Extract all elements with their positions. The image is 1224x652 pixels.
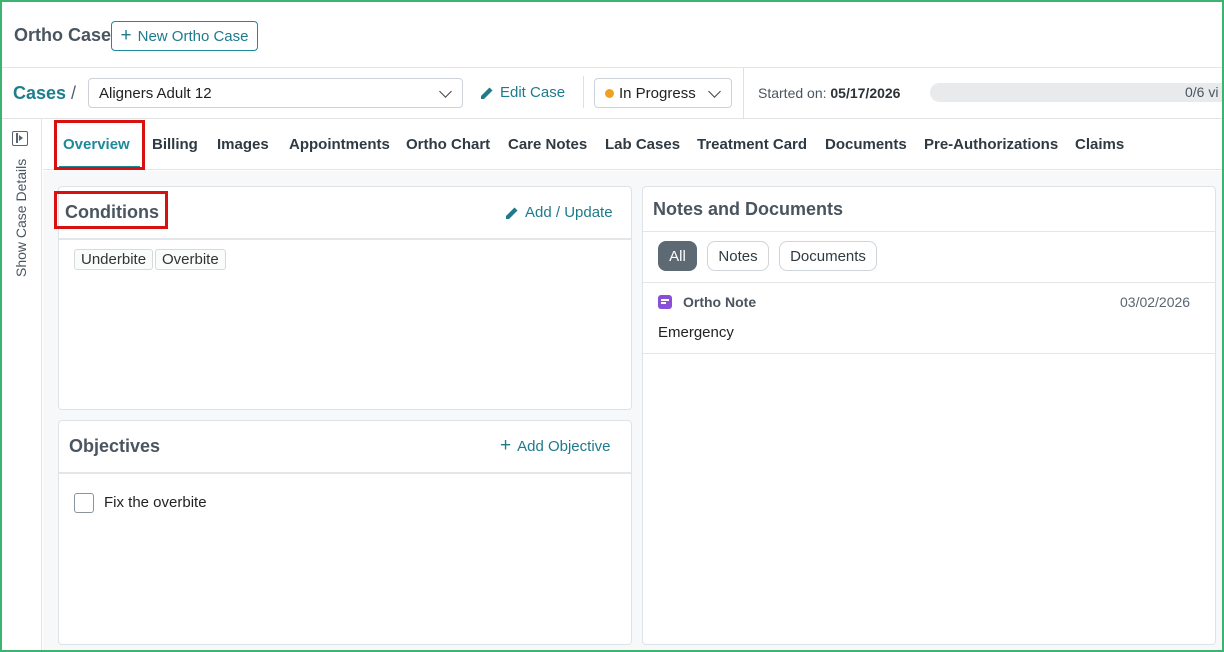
expand-panel-icon[interactable] xyxy=(12,131,28,146)
overview-highlight-box xyxy=(54,120,145,170)
condition-chip: Overbite xyxy=(155,249,226,270)
condition-chip: Underbite xyxy=(74,249,154,270)
divider xyxy=(743,68,744,119)
edit-case-label: Edit Case xyxy=(500,84,566,101)
filter-all-button[interactable]: All xyxy=(658,241,697,271)
chevron-down-icon xyxy=(439,85,452,98)
app-frame: Ortho Case + New Ortho Case Cases / Alig… xyxy=(0,0,1224,652)
show-case-details-label[interactable]: Show Case Details xyxy=(13,159,29,277)
tab-appointments[interactable]: Appointments xyxy=(289,136,390,153)
objectives-header: Objectives + Add Objective xyxy=(59,421,631,474)
breadcrumb-cases-link[interactable]: Cases xyxy=(13,83,66,104)
objective-label: Fix the overbite xyxy=(104,494,207,511)
status-select[interactable]: In Progress xyxy=(594,78,732,108)
case-select[interactable]: Aligners Adult 12 xyxy=(88,78,463,108)
visits-progress-bar xyxy=(930,83,1222,102)
started-date: 05/17/2026 xyxy=(830,85,901,101)
note-type[interactable]: Ortho Note xyxy=(683,294,756,310)
notes-documents-title: Notes and Documents xyxy=(653,199,844,219)
case-select-value: Aligners Adult 12 xyxy=(99,84,212,102)
top-header: Ortho Case + New Ortho Case xyxy=(2,2,1222,68)
tab-pre-authorizations[interactable]: Pre-Authorizations xyxy=(924,136,1058,153)
new-ortho-case-label: New Ortho Case xyxy=(137,27,249,45)
add-update-label: Add / Update xyxy=(525,204,613,221)
add-objective-label: Add Objective xyxy=(517,438,611,455)
chevron-down-icon xyxy=(708,85,721,98)
status-dot-icon xyxy=(605,88,614,98)
divider xyxy=(643,353,1215,354)
page-title: Ortho Case xyxy=(14,25,112,45)
objective-checkbox[interactable] xyxy=(74,493,94,513)
add-objective-button[interactable]: + Add Objective xyxy=(500,435,611,456)
pencil-icon xyxy=(481,87,493,99)
tab-images[interactable]: Images xyxy=(217,136,269,153)
divider xyxy=(583,76,584,108)
objectives-title: Objectives xyxy=(69,436,161,456)
tab-bar: Overview Billing Images Appointments Ort… xyxy=(43,119,1222,170)
tab-billing[interactable]: Billing xyxy=(152,136,198,153)
tab-treatment-card[interactable]: Treatment Card xyxy=(697,136,807,153)
tab-lab-cases[interactable]: Lab Cases xyxy=(605,136,680,153)
started-label: Started on: xyxy=(758,85,827,101)
add-update-conditions-button[interactable]: Add / Update xyxy=(505,204,613,221)
note-date: 03/02/2026 xyxy=(1120,294,1191,310)
tab-ortho-chart[interactable]: Ortho Chart xyxy=(406,136,490,153)
divider xyxy=(643,282,1215,283)
objectives-card: Objectives + Add Objective xyxy=(58,420,632,645)
edit-case-button[interactable]: Edit Case xyxy=(480,84,565,101)
status-value: In Progress xyxy=(619,84,696,102)
conditions-highlight-box xyxy=(54,191,168,229)
note-icon xyxy=(658,295,672,309)
tab-claims[interactable]: Claims xyxy=(1075,136,1124,153)
pencil-icon xyxy=(506,207,518,219)
note-body: Emergency xyxy=(658,324,734,341)
notes-documents-header: Notes and Documents xyxy=(643,187,1215,232)
filter-documents-button[interactable]: Documents xyxy=(779,241,877,271)
plus-icon: + xyxy=(500,435,512,456)
filter-notes-button[interactable]: Notes xyxy=(707,241,769,271)
breadcrumb-separator: / xyxy=(71,83,77,103)
new-ortho-case-button[interactable]: + New Ortho Case xyxy=(111,21,258,51)
case-details-rail[interactable]: Show Case Details xyxy=(2,119,42,650)
plus-icon: + xyxy=(120,24,132,46)
tab-documents[interactable]: Documents xyxy=(825,136,907,153)
case-bar: Cases / Aligners Adult 12 Edit Case In P… xyxy=(2,68,1222,119)
visits-progress-text: 0/6 vi xyxy=(1185,84,1219,100)
started-on: Started on: 05/17/2026 xyxy=(758,85,900,101)
tab-care-notes[interactable]: Care Notes xyxy=(508,136,587,153)
